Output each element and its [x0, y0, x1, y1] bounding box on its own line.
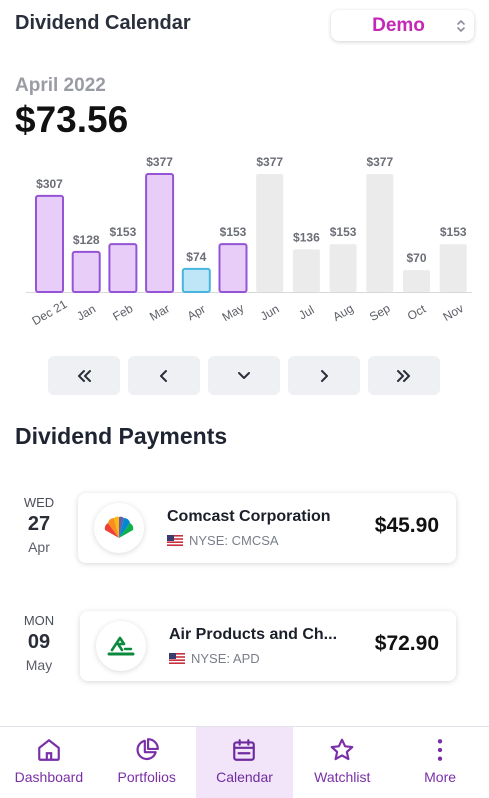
chart-bar[interactable]	[256, 174, 284, 292]
double-chevron-right-icon	[397, 369, 410, 382]
tab-portfolios[interactable]: Portfolios	[98, 727, 196, 798]
x-tick-label: Mar	[147, 301, 172, 323]
chart-bar[interactable]	[329, 244, 357, 292]
payment-amount: $45.90	[374, 514, 439, 537]
chart-bar[interactable]	[218, 243, 248, 293]
tab-more[interactable]: More	[391, 727, 489, 798]
portfolio-select[interactable]: Demo	[331, 10, 474, 41]
exchange-ticker: NYSE: APD	[169, 651, 260, 666]
home-icon	[38, 739, 60, 761]
exchange-label: NYSE: APD	[191, 651, 260, 666]
payment-month: May	[25, 657, 53, 673]
tab-label: More	[424, 769, 457, 785]
bar-value-label: $128	[73, 233, 100, 247]
x-tick-label: Feb	[110, 301, 135, 324]
x-tick-label: Nov	[440, 301, 465, 324]
chevron-down-icon	[238, 371, 250, 379]
payment-weekday: MON	[23, 613, 55, 628]
chart-bar[interactable]	[403, 270, 430, 292]
first-period-button[interactable]	[48, 356, 120, 395]
air-products-logo-icon	[96, 621, 146, 671]
bar-value-label: $136	[293, 230, 320, 244]
x-tick-label: Sep	[367, 301, 393, 324]
chart-bar[interactable]	[108, 243, 138, 293]
payment-month: Apr	[28, 539, 50, 555]
bar-value-label: $377	[366, 155, 393, 169]
bar-value-label: $153	[110, 225, 137, 239]
x-tick-label: Jun	[258, 302, 282, 324]
bar-value-label: $153	[330, 225, 357, 239]
payment-date: WED 27 Apr	[14, 495, 64, 555]
us-flag-icon	[169, 653, 185, 664]
chart-bar[interactable]	[145, 173, 175, 293]
bar-value-label: $377	[146, 155, 173, 169]
payment-day: 09	[27, 631, 51, 653]
x-tick-label: Oct	[405, 301, 429, 323]
exchange-label: NYSE: CMCSA	[189, 533, 279, 548]
chevron-right-icon	[321, 369, 328, 382]
more-vertical-icon	[437, 739, 443, 761]
tab-label: Watchlist	[314, 769, 371, 785]
payment-date: MON 09 May	[14, 613, 64, 673]
chart-bar[interactable]	[71, 250, 101, 293]
payment-card[interactable]: Air Products and Ch... NYSE: APD $72.90	[80, 611, 456, 681]
bar-value-label: $74	[186, 250, 206, 264]
payment-row: MON 09 May Air Products and Ch... NYSE: …	[0, 608, 489, 708]
nbc-peacock-icon	[94, 503, 144, 553]
x-tick-label: Jan	[74, 302, 98, 324]
payment-card[interactable]: Comcast Corporation NYSE: CMCSA $45.90	[78, 493, 456, 563]
tab-watchlist[interactable]: Watchlist	[293, 727, 391, 798]
x-tick-label: Apr	[185, 302, 208, 323]
payment-row: WED 27 Apr Comcast Corporation NYSE: CMC…	[0, 490, 489, 590]
dividend-bar-chart: $307 Dec 21 $128 Jan $153 Feb $377 Mar $74 Apr $15…	[26, 155, 472, 328]
tab-label: Dashboard	[14, 769, 84, 785]
month-total: $73.56	[15, 99, 129, 140]
app-title: Dividend Calendar	[15, 12, 191, 34]
chart-bar[interactable]	[292, 249, 320, 292]
chevron-left-icon	[160, 369, 167, 382]
chart-bar[interactable]	[439, 244, 467, 292]
previous-period-button[interactable]	[128, 356, 200, 395]
company-name: Air Products and Ch...	[169, 626, 338, 643]
chart-bar[interactable]	[366, 174, 394, 292]
period-navigation	[48, 356, 440, 395]
tab-calendar[interactable]: Calendar	[195, 727, 294, 798]
bottom-tab-bar: Dashboard Portfolios Calendar Watchlist …	[0, 726, 489, 798]
dividend-payments-title: Dividend Payments	[15, 423, 228, 449]
x-tick-label: May	[220, 301, 247, 324]
portfolio-select-value: Demo	[372, 14, 425, 36]
x-tick-label: Jul	[296, 303, 316, 323]
pie-chart-icon	[136, 738, 159, 761]
us-flag-icon	[167, 535, 183, 546]
payment-day: 27	[27, 513, 51, 535]
bar-value-label: $153	[220, 225, 247, 239]
company-name: Comcast Corporation	[167, 508, 331, 525]
selected-month: April 2022	[15, 75, 106, 96]
chart-bar[interactable]	[35, 194, 64, 293]
last-period-button[interactable]	[368, 356, 440, 395]
x-tick-label: Aug	[330, 301, 355, 324]
bar-value-label: $307	[36, 177, 63, 191]
exchange-ticker: NYSE: CMCSA	[167, 533, 279, 548]
payment-amount: $72.90	[374, 632, 439, 655]
next-period-button[interactable]	[288, 356, 360, 395]
bar-value-label: $377	[256, 155, 283, 169]
tab-label: Portfolios	[117, 769, 176, 785]
tab-label: Calendar	[216, 769, 273, 785]
x-tick-label: Dec 21	[30, 297, 70, 328]
calendar-icon	[233, 739, 256, 761]
star-icon	[330, 738, 354, 761]
bar-value-label: $153	[440, 225, 467, 239]
bar-value-label: $70	[406, 251, 426, 265]
expand-period-button[interactable]	[208, 356, 280, 395]
double-chevron-left-icon	[78, 369, 91, 382]
chart-bar[interactable]	[181, 267, 211, 293]
tab-dashboard[interactable]: Dashboard	[0, 727, 98, 798]
chevron-up-down-icon	[448, 18, 474, 34]
payment-weekday: WED	[23, 495, 55, 510]
